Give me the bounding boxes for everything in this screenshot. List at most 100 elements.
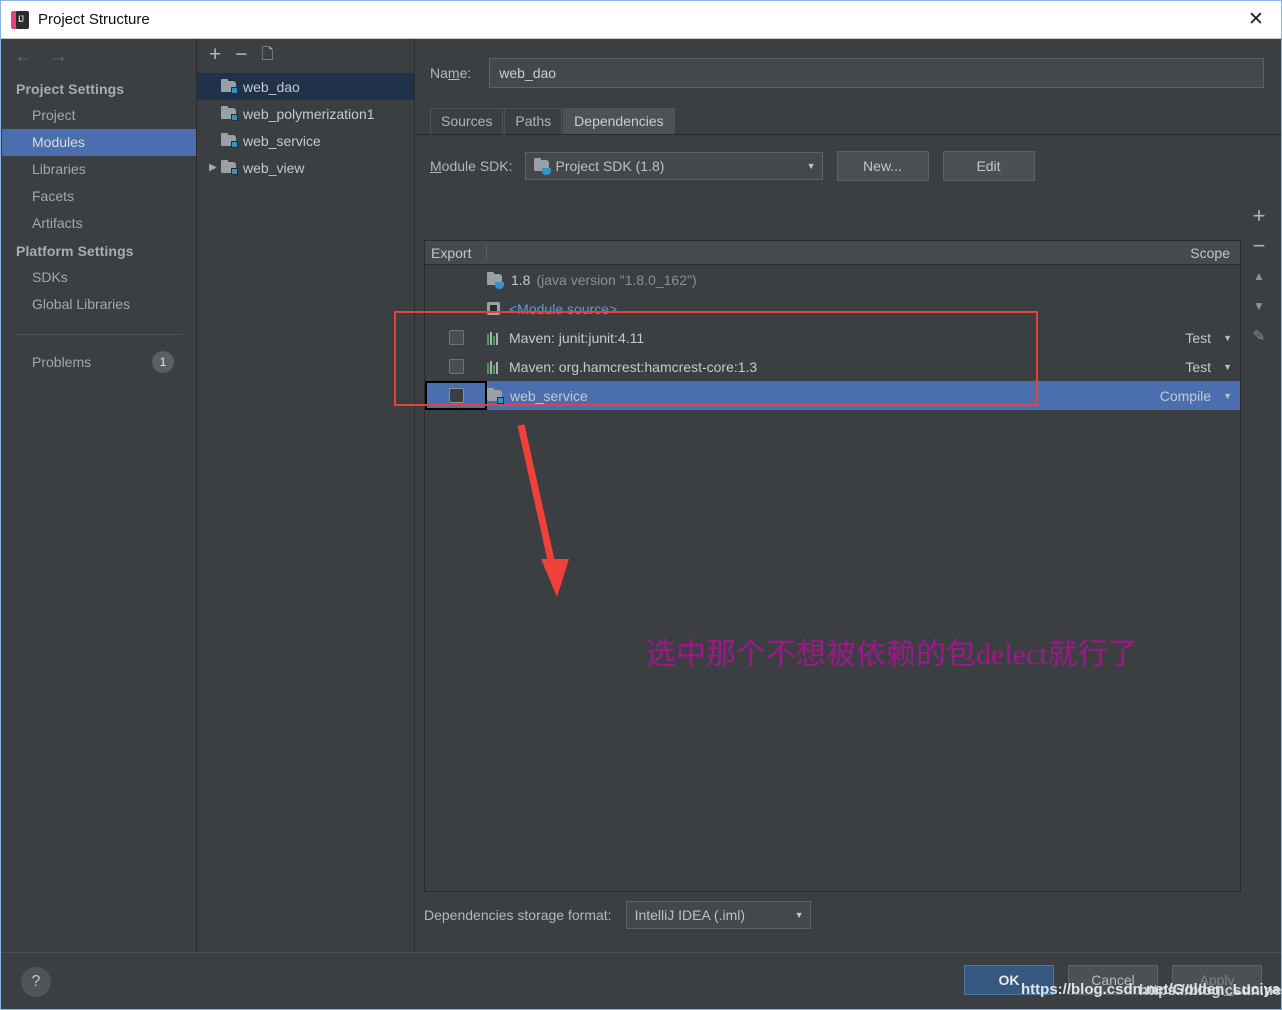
storage-format-select[interactable]: IntelliJ IDEA (.iml) ▼ xyxy=(626,901,811,929)
sidebar-divider xyxy=(16,334,182,335)
apply-button[interactable]: Apply xyxy=(1172,965,1262,995)
storage-format-label: Dependencies storage format: xyxy=(424,907,612,923)
table-row[interactable]: 1.8 (java version "1.8.0_162") xyxy=(425,265,1240,294)
sidebar-item-facets[interactable]: Facets xyxy=(2,183,196,210)
dependency-name-cell: 1.8 (java version "1.8.0_162") xyxy=(487,272,1130,288)
storage-format-value: IntelliJ IDEA (.iml) xyxy=(635,907,745,923)
chevron-down-icon: ▼ xyxy=(797,161,816,171)
module-item-web-view[interactable]: ▶ web_view xyxy=(197,154,414,181)
module-item-web-service[interactable]: web_service xyxy=(197,127,414,154)
sidebar-item-project[interactable]: Project xyxy=(2,102,196,129)
dependency-name-cell: <Module source> xyxy=(487,301,1130,317)
library-icon xyxy=(487,331,501,345)
dependencies-action-bar: + − ▲ ▼ ✎ xyxy=(1243,201,1275,351)
problems-label: Problems xyxy=(32,354,91,370)
sidebar-item-libraries[interactable]: Libraries xyxy=(2,156,196,183)
jdk-icon xyxy=(487,273,503,287)
scope-cell[interactable]: Test ▼ xyxy=(1130,359,1240,375)
add-module-icon[interactable]: + xyxy=(209,44,221,65)
sidebar-group-project-settings: Project Settings xyxy=(2,75,196,102)
nav-arrows: ← → xyxy=(2,39,196,75)
remove-module-icon[interactable]: − xyxy=(235,44,247,65)
tab-sources[interactable]: Sources xyxy=(430,108,503,134)
export-cell xyxy=(425,294,487,323)
title-bar: IJ Project Structure ✕ xyxy=(1,1,1281,39)
module-name-input[interactable] xyxy=(489,58,1264,88)
move-down-icon[interactable]: ▼ xyxy=(1244,291,1274,321)
library-icon xyxy=(487,360,501,374)
edit-sdk-button[interactable]: Edit xyxy=(943,151,1035,181)
export-cell[interactable] xyxy=(425,323,487,352)
chevron-down-icon: ▼ xyxy=(785,910,804,920)
sidebar-item-artifacts[interactable]: Artifacts xyxy=(2,210,196,237)
dependency-name: Maven: junit:junit:4.11 xyxy=(509,330,644,346)
dependency-name-cell: Maven: org.hamcrest:hamcrest-core:1.3 xyxy=(487,359,1130,375)
detail-tabs: Sources Paths Dependencies xyxy=(416,107,1282,135)
export-cell[interactable] xyxy=(425,352,487,381)
dependencies-table: Export Scope 1.8 (java version "1.8.0_16… xyxy=(424,240,1241,892)
dependency-name-cell: Maven: junit:junit:4.11 xyxy=(487,330,1130,346)
table-row[interactable]: Maven: org.hamcrest:hamcrest-core:1.3 Te… xyxy=(425,352,1240,381)
chevron-down-icon[interactable]: ▼ xyxy=(1223,391,1232,401)
module-label: web_dao xyxy=(243,79,300,95)
sidebar-item-global-libraries[interactable]: Global Libraries xyxy=(2,291,196,318)
dependency-name: Maven: org.hamcrest:hamcrest-core:1.3 xyxy=(509,359,757,375)
forward-arrow-icon[interactable]: → xyxy=(49,46,68,68)
module-sdk-label: Module SDK: xyxy=(430,158,513,174)
table-row[interactable]: Maven: junit:junit:4.11 Test ▼ xyxy=(425,323,1240,352)
module-label: web_view xyxy=(243,160,304,176)
chevron-down-icon[interactable]: ▼ xyxy=(1223,333,1232,343)
expand-triangle-icon[interactable]: ▶ xyxy=(205,162,221,173)
table-row[interactable]: web_service Compile ▼ xyxy=(425,381,1240,410)
module-icon xyxy=(487,389,503,403)
close-icon[interactable]: ✕ xyxy=(1231,1,1281,38)
edit-dependency-icon[interactable]: ✎ xyxy=(1244,321,1274,351)
module-item-web-polymerization1[interactable]: web_polymerization1 xyxy=(197,100,414,127)
module-sdk-value: Project SDK (1.8) xyxy=(556,158,665,174)
table-row[interactable]: <Module source> xyxy=(425,294,1240,323)
storage-format-row: Dependencies storage format: IntelliJ ID… xyxy=(424,901,811,929)
modules-list: web_dao web_polymerization1 web_service … xyxy=(197,69,414,181)
module-item-web-dao[interactable]: web_dao xyxy=(197,73,414,100)
window-title: Project Structure xyxy=(38,11,150,28)
tab-paths[interactable]: Paths xyxy=(504,108,562,134)
ok-button[interactable]: OK xyxy=(964,965,1054,995)
sidebar-group-platform-settings: Platform Settings xyxy=(2,237,196,264)
export-checkbox[interactable] xyxy=(449,330,464,345)
back-arrow-icon[interactable]: ← xyxy=(14,46,33,68)
export-checkbox[interactable] xyxy=(449,388,464,403)
cancel-button[interactable]: Cancel xyxy=(1068,965,1158,995)
problems-count-badge: 1 xyxy=(152,351,174,373)
table-header: Export Scope xyxy=(425,241,1240,265)
dependency-name: web_service xyxy=(510,388,588,404)
modules-toolbar: + − 🗋 xyxy=(197,39,414,69)
move-up-icon[interactable]: ▲ xyxy=(1244,261,1274,291)
settings-sidebar: ← → Project Settings Project Modules Lib… xyxy=(2,39,197,952)
dependency-version-note: (java version "1.8.0_162") xyxy=(536,272,696,288)
sidebar-item-sdks[interactable]: SDKs xyxy=(2,264,196,291)
remove-dependency-icon[interactable]: − xyxy=(1244,231,1274,261)
scope-value: Test xyxy=(1185,359,1211,375)
export-cell xyxy=(425,265,487,294)
tab-dependencies[interactable]: Dependencies xyxy=(563,108,675,134)
scope-cell[interactable]: Test ▼ xyxy=(1130,330,1240,346)
export-checkbox[interactable] xyxy=(449,359,464,374)
module-icon xyxy=(221,107,237,120)
module-icon xyxy=(221,161,237,174)
help-button[interactable]: ? xyxy=(21,967,51,997)
add-dependency-icon[interactable]: + xyxy=(1244,201,1274,231)
jdk-icon xyxy=(534,159,550,173)
module-icon xyxy=(221,134,237,147)
new-sdk-button[interactable]: New... xyxy=(837,151,929,181)
project-structure-dialog: IJ Project Structure ✕ ← → Project Setti… xyxy=(0,0,1282,1010)
copy-module-icon[interactable]: 🗋 xyxy=(262,47,274,62)
sidebar-item-modules[interactable]: Modules xyxy=(2,129,196,156)
export-cell[interactable] xyxy=(425,381,487,410)
sidebar-item-problems[interactable]: Problems 1 xyxy=(2,347,196,377)
module-icon xyxy=(221,80,237,93)
chevron-down-icon[interactable]: ▼ xyxy=(1223,362,1232,372)
module-sdk-select[interactable]: Project SDK (1.8) ▼ xyxy=(525,152,823,180)
intellij-idea-icon: IJ xyxy=(11,11,29,29)
module-label: web_service xyxy=(243,133,321,149)
scope-cell[interactable]: Compile ▼ xyxy=(1130,388,1240,404)
